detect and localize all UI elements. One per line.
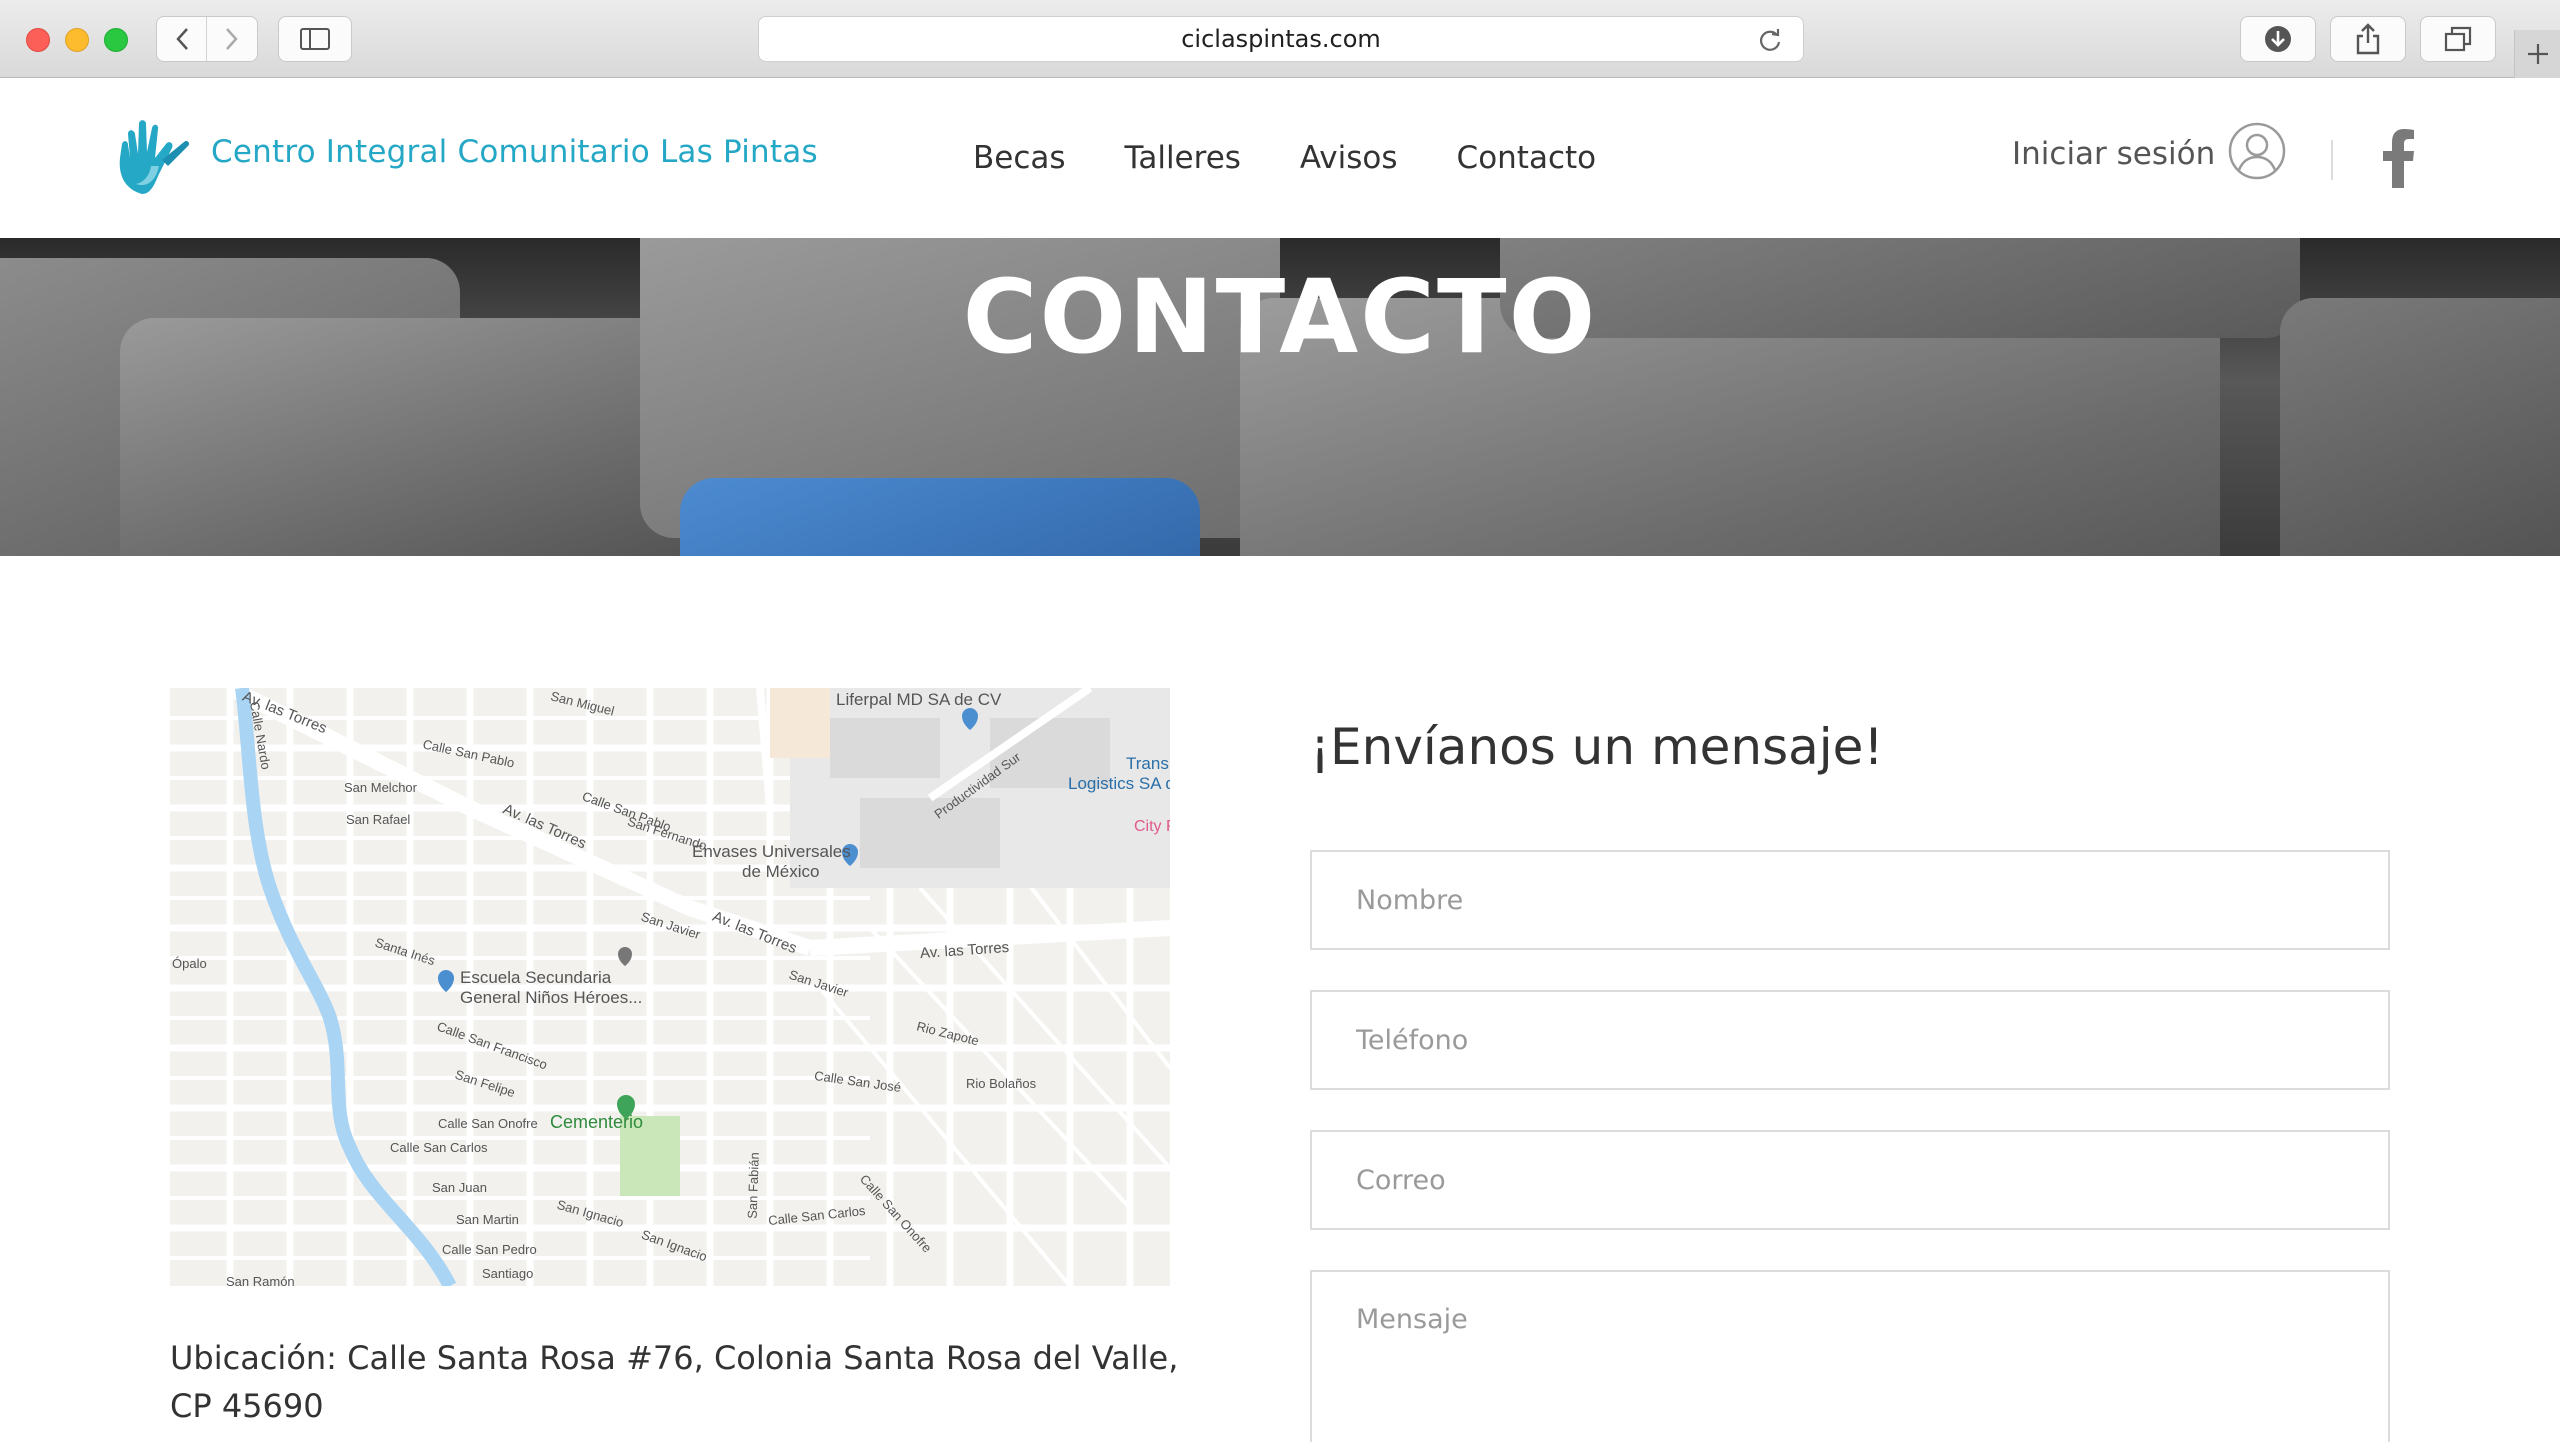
reload-icon[interactable] [1757, 27, 1783, 53]
forward-button[interactable] [207, 17, 257, 61]
location-address: Ubicación: Calle Santa Rosa #76, Colonia… [170, 1339, 1179, 1425]
map-label: Calle San Onofre [438, 1116, 538, 1131]
page-title: CONTACTO [962, 258, 1598, 377]
zoom-window-button[interactable] [104, 28, 128, 52]
map-label: Cementerio [550, 1112, 644, 1132]
map-streets [170, 688, 1170, 1286]
message-field[interactable] [1310, 1270, 2390, 1442]
keyboard-key-image [680, 478, 1200, 556]
nav-contacto[interactable]: Contacto [1457, 140, 1597, 176]
map-label: Calle San Pedro [442, 1242, 537, 1257]
map-label: Calle San Carlos [390, 1140, 488, 1155]
downloads-button[interactable] [2240, 16, 2316, 62]
map-label: San Martin [456, 1212, 519, 1227]
hand-logo-icon[interactable] [112, 114, 196, 198]
user-icon[interactable] [2228, 122, 2286, 180]
map-label: City F [1134, 818, 1170, 835]
chevron-right-icon [226, 28, 238, 50]
email-field[interactable] [1310, 1130, 2390, 1230]
tab-overview-button[interactable] [2420, 16, 2496, 62]
location-map[interactable]: Av. las Torres Av. las Torres Av. las To… [170, 688, 1170, 1286]
minimize-window-button[interactable] [65, 28, 89, 52]
facebook-icon[interactable] [2380, 128, 2416, 188]
history-nav-group [156, 16, 258, 62]
url-text: ciclaspintas.com [1181, 25, 1381, 53]
tabs-icon [2444, 26, 2472, 52]
map-label: Rio Bolaños [966, 1076, 1037, 1091]
nav-becas[interactable]: Becas [973, 140, 1066, 176]
sidebar-toggle-button[interactable] [278, 16, 352, 62]
map-label: Santiago [482, 1266, 534, 1281]
map-label: San Fabián [744, 1152, 762, 1219]
map-label: Trans [1126, 754, 1169, 773]
site-header: Centro Integral Comunitario Las Pintas B… [0, 78, 2560, 238]
sidebar-icon [300, 28, 330, 50]
main-nav: Becas Talleres Avisos Contacto [973, 140, 1655, 176]
name-field[interactable] [1310, 850, 2390, 950]
phone-field[interactable] [1310, 990, 2390, 1090]
chevron-left-icon [175, 28, 188, 50]
nav-avisos[interactable]: Avisos [1300, 140, 1398, 176]
brand-name[interactable]: Centro Integral Comunitario Las Pintas [211, 134, 818, 170]
map-label: San Rafael [346, 812, 411, 827]
download-icon [2265, 26, 2291, 52]
login-link[interactable]: Iniciar sesión [2012, 136, 2215, 172]
address-bar[interactable]: ciclaspintas.com [758, 16, 1804, 62]
map-label: Envases Universales [692, 842, 851, 861]
share-button[interactable] [2330, 16, 2406, 62]
close-window-button[interactable] [26, 28, 50, 52]
browser-toolbar: ciclaspintas.com [0, 0, 2560, 78]
map-label: Ópalo [172, 956, 207, 971]
map-label: Escuela Secundaria [460, 968, 612, 987]
share-icon [2356, 23, 2380, 55]
map-label: Logistics SA d [1068, 774, 1170, 793]
map-label: San Ramón [226, 1274, 295, 1286]
map-label: de México [742, 862, 820, 881]
map-label: Liferpal MD SA de CV [836, 690, 1002, 709]
header-divider [2331, 140, 2333, 180]
nav-talleres[interactable]: Talleres [1125, 140, 1241, 176]
map-label: San Melchor [344, 780, 417, 795]
back-button[interactable] [157, 17, 207, 61]
new-tab-button[interactable] [2514, 30, 2560, 78]
form-title: ¡Envíanos un mensaje! [1310, 718, 1884, 776]
map-label: General Niños Héroes... [460, 988, 643, 1007]
plus-icon [2527, 44, 2548, 64]
hero-banner: CONTACTO [0, 238, 2560, 556]
map-label: San Juan [432, 1180, 487, 1195]
